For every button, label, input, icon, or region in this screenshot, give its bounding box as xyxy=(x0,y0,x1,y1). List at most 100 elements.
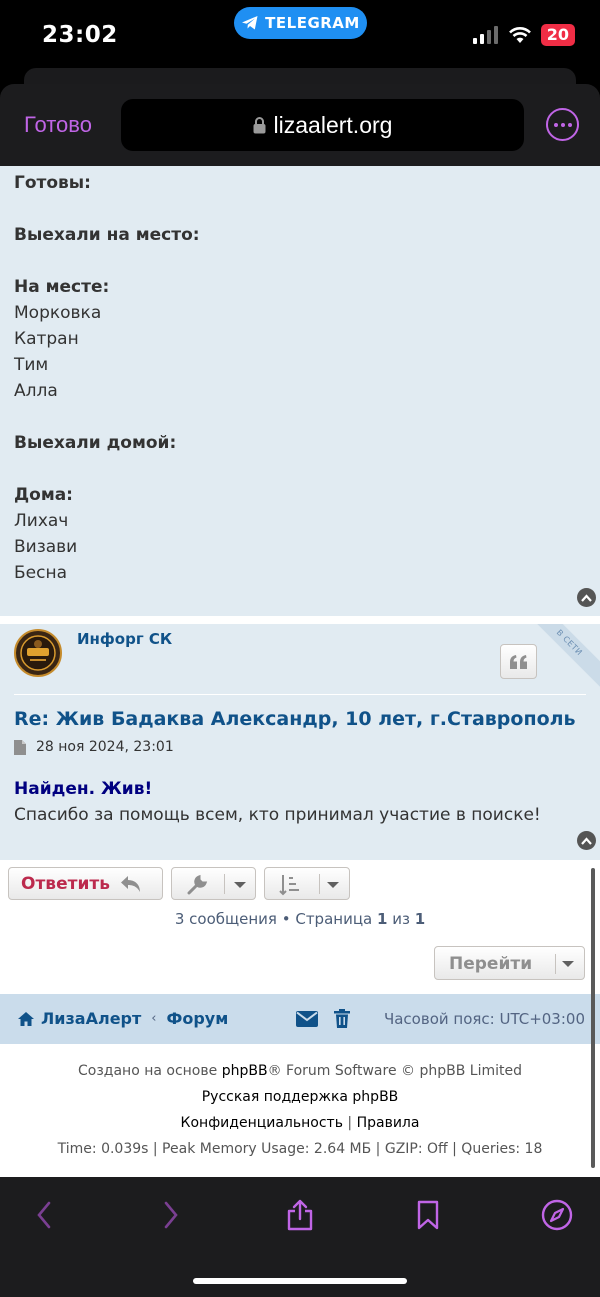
russian-support-link[interactable]: Русская поддержка phpBB xyxy=(0,1089,600,1105)
dropdown-split xyxy=(555,954,556,974)
timezone-label: Часовой пояс: UTC+03:00 xyxy=(383,1010,585,1028)
more-options-button[interactable] xyxy=(546,108,579,141)
done-button[interactable]: Готово xyxy=(24,112,92,138)
reply-button[interactable]: Ответить xyxy=(8,867,163,900)
wrench-icon xyxy=(187,874,208,895)
footer-credits: Создано на основе phpBB® Forum Software … xyxy=(0,1063,600,1079)
post-file-icon[interactable] xyxy=(14,739,26,755)
post-section-heading: Готовы: xyxy=(14,173,91,193)
post-body-text: Спасибо за помощь всем, кто принимал уча… xyxy=(14,805,541,825)
post-section-heading: Выехали на место: xyxy=(14,225,200,245)
footer-link-separator: | xyxy=(342,1115,357,1131)
sort-icon xyxy=(279,875,299,896)
web-page: Готовы: Выехали на место: На месте: Морковк… xyxy=(0,166,600,1177)
post-line xyxy=(14,404,200,430)
avatar-logo-icon xyxy=(20,635,56,671)
pagination-info: 3 сообщения • Страница 1 из 1 xyxy=(0,910,600,928)
post-title[interactable]: Re: Жив Бадаква Александр, 10 лет, г.Ста… xyxy=(14,708,576,730)
breadcrumb-home[interactable]: ЛизаАлерт xyxy=(41,1009,141,1028)
bookmarks-button[interactable] xyxy=(408,1195,448,1235)
post-reply: Инфорг СК В СЕТИ Re: Жив Бадаква Алексан… xyxy=(0,624,600,860)
battery-indicator: 20 xyxy=(540,24,575,46)
dot-icon xyxy=(553,122,558,127)
post-line: Лихач xyxy=(14,511,69,531)
sort-options-dropdown[interactable] xyxy=(264,867,350,900)
chevron-right-icon xyxy=(164,1201,178,1229)
dropdown-split xyxy=(224,874,225,894)
wifi-icon xyxy=(508,27,531,43)
back-button[interactable] xyxy=(24,1195,64,1235)
post-line: Визави xyxy=(14,537,78,557)
post-line: Алла xyxy=(14,381,58,401)
forward-button[interactable] xyxy=(151,1195,191,1235)
back-to-top-button[interactable] xyxy=(577,588,596,607)
clock: 23:02 xyxy=(42,22,118,48)
url-text: lizaalert.org xyxy=(273,111,393,138)
post-section-heading: Выехали домой: xyxy=(14,433,177,453)
pagination-prefix: 3 сообщения • Страница xyxy=(174,910,377,928)
page-of: из xyxy=(387,910,415,928)
quote-button[interactable] xyxy=(500,644,537,679)
post-line: Тим xyxy=(14,355,49,375)
home-indicator[interactable] xyxy=(193,1278,407,1284)
status-bar: 23:02 TELEGRAM 20 xyxy=(0,0,600,72)
back-to-telegram-button[interactable]: TELEGRAM xyxy=(234,7,367,39)
footer-links: Конфиденциальность | Правила xyxy=(0,1115,600,1131)
compass-icon xyxy=(541,1199,573,1231)
reply-label: Ответить xyxy=(21,873,110,894)
post-section-heading: На месте: xyxy=(14,277,110,297)
privacy-link[interactable]: Конфиденциальность xyxy=(181,1115,343,1131)
chevron-left-icon xyxy=(37,1201,51,1229)
share-icon xyxy=(287,1199,313,1231)
page-total: 1 xyxy=(414,910,426,928)
signal-icon xyxy=(472,26,498,44)
reply-arrow-icon xyxy=(120,875,140,892)
page-current: 1 xyxy=(377,910,388,928)
quote-icon xyxy=(509,654,527,669)
breadcrumb-separator: ‹ xyxy=(151,1011,157,1026)
scrollbar-thumb[interactable] xyxy=(591,868,595,1168)
jump-to-label: Перейти xyxy=(449,954,533,974)
breadcrumb: ЛизаАлерт ‹ Форум xyxy=(17,1009,228,1028)
post-divider xyxy=(14,694,586,695)
home-icon[interactable] xyxy=(17,1011,35,1027)
open-in-safari-button[interactable] xyxy=(537,1195,577,1235)
back-to-top-button[interactable] xyxy=(577,831,596,850)
dropdown-split xyxy=(319,874,320,894)
share-button[interactable] xyxy=(280,1195,320,1235)
post-line: Бесна xyxy=(14,563,68,583)
post-previous: Готовы: Выехали на место: На месте: Морковк… xyxy=(0,166,600,616)
post-line: Катран xyxy=(14,329,79,349)
jump-to-button[interactable]: Перейти xyxy=(434,946,585,980)
browser-bottom-toolbar xyxy=(0,1177,600,1297)
post-line xyxy=(14,196,200,222)
post-meta: 28 ноя 2024, 23:01 xyxy=(14,739,174,755)
post-line xyxy=(14,456,200,482)
bookmark-icon xyxy=(417,1200,439,1230)
post-author[interactable]: Инфорг СК xyxy=(77,630,172,648)
chevron-down-icon xyxy=(327,882,339,888)
arrow-up-icon xyxy=(581,593,592,602)
debug-stats: Time: 0.039s | Peak Memory Usage: 2.64 М… xyxy=(57,1141,543,1157)
dot-icon xyxy=(560,122,565,127)
dot-icon xyxy=(567,122,572,127)
topic-tools-dropdown[interactable] xyxy=(171,867,256,900)
author-avatar[interactable] xyxy=(14,629,62,677)
post-section-heading: Дома: xyxy=(14,485,73,505)
status-icons: 20 xyxy=(472,24,575,46)
post-body: Готовы: Выехали на место: На месте: Морковк… xyxy=(14,170,200,586)
breadcrumb-forum[interactable]: Форум xyxy=(166,1009,228,1028)
telegram-icon xyxy=(242,16,258,30)
arrow-up-icon xyxy=(581,836,592,845)
address-bar[interactable]: lizaalert.org xyxy=(121,99,524,151)
credits-suffix: ® Forum Software © phpBB Limited xyxy=(267,1063,522,1079)
envelope-icon[interactable] xyxy=(296,1011,318,1027)
chevron-down-icon xyxy=(234,882,246,888)
post-content: Найден. Жив! Спасибо за помощь всем, кто… xyxy=(14,776,541,828)
post-date: 28 ноя 2024, 23:01 xyxy=(36,739,174,755)
rules-link[interactable]: Правила xyxy=(357,1115,420,1131)
phpbb-link[interactable]: phpBB xyxy=(222,1063,268,1079)
trash-icon[interactable] xyxy=(334,1009,350,1028)
back-app-label: TELEGRAM xyxy=(265,14,360,32)
lock-icon xyxy=(253,116,266,133)
